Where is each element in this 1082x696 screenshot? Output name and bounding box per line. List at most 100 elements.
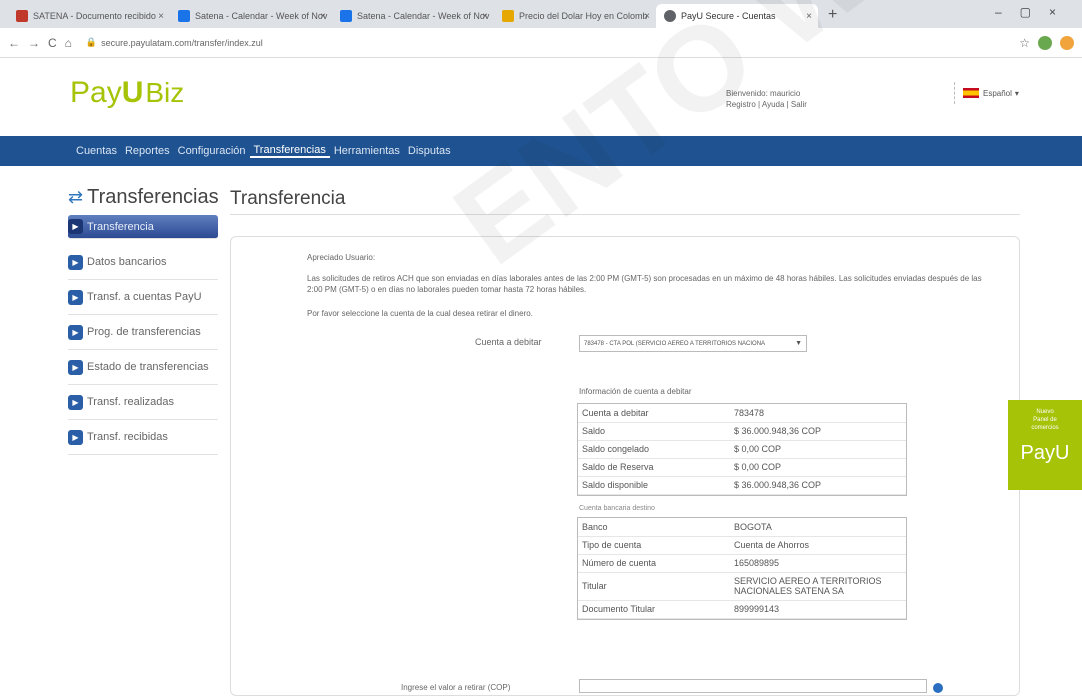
profile-icon[interactable]: [1060, 35, 1074, 50]
table-row: Saldo de Reserva $ 0,00 COP: [578, 458, 906, 477]
close-icon[interactable]: ×: [644, 11, 650, 22]
promo-line-1: Nuevo: [1036, 409, 1054, 415]
arrow-right-icon: ▶: [68, 254, 83, 270]
spain-flag-icon: [963, 88, 979, 98]
nav-arrows-icon[interactable]: ←→C⌂: [8, 36, 80, 50]
table-row: Tipo de cuenta Cuenta de Ahorros: [578, 536, 906, 555]
gmail-icon: [16, 10, 28, 22]
sidebar: ⇄ Transferencias ▶ Transferencia ▶ Datos…: [68, 186, 219, 455]
window-controls[interactable]: –▢×: [995, 5, 1074, 19]
arrow-right-icon: ▶: [68, 324, 83, 340]
debit-account-value: 783478 - CTA POL (SERVICIO AEREO A TERRI…: [584, 340, 766, 347]
dollar-icon: [502, 10, 514, 22]
browser-tab-3[interactable]: Satena - Calendar - Week of Nov ×: [332, 4, 494, 28]
row-value: 899999143: [730, 600, 906, 619]
close-icon[interactable]: ×: [806, 11, 812, 22]
table-row: Banco BOGOTA: [578, 518, 906, 537]
menu-disputas[interactable]: Disputas: [404, 145, 455, 157]
close-icon[interactable]: ×: [482, 11, 488, 22]
address-bar: ←→C⌂ 🔒 secure.payulatam.com/transfer/ind…: [0, 28, 1082, 58]
row-key: Número de cuenta: [578, 554, 730, 573]
row-key: Saldo disponible: [578, 476, 730, 495]
sidebar-item-datos-bancarios[interactable]: ▶ Datos bancarios: [68, 245, 218, 280]
page-title: Transferencia: [230, 188, 346, 209]
instruction-text: Por favor seleccione la cuenta de la cua…: [307, 309, 533, 318]
row-key: Banco: [578, 518, 730, 537]
bank-info-table: Banco BOGOTA Tipo de cuenta Cuenta de Ah…: [577, 517, 907, 620]
browser-tab-2[interactable]: Satena - Calendar - Week of Nov ×: [170, 4, 332, 28]
row-value: $ 0,00 COP: [730, 440, 906, 459]
payu-biz-logo[interactable]: PayUBiz: [70, 76, 184, 110]
table-row: Número de cuenta 165089895: [578, 554, 906, 573]
main-menu: Cuentas Reportes Configuración Transfere…: [0, 136, 1082, 166]
tab-label: Satena - Calendar - Week of Nov: [357, 11, 490, 21]
amount-input[interactable]: [579, 679, 927, 693]
tab-label: PayU Secure - Cuentas: [681, 11, 776, 21]
welcome-block: Bienvenido: mauricio Registro | Ayuda | …: [726, 88, 807, 110]
sidebar-item-transferencia[interactable]: ▶ Transferencia: [68, 215, 218, 239]
debit-account-label: Cuenta a debitar: [475, 337, 542, 347]
transfer-panel: Apreciado Usuario: Las solicitudes de re…: [230, 236, 1020, 696]
arrow-right-icon: ▶: [68, 289, 83, 305]
browser-tab-5[interactable]: PayU Secure - Cuentas ×: [656, 4, 818, 28]
sidebar-item-transf-realizadas[interactable]: ▶ Transf. realizadas: [68, 385, 218, 420]
close-icon[interactable]: ×: [320, 11, 326, 22]
menu-configuracion[interactable]: Configuración: [174, 145, 250, 157]
menu-reportes[interactable]: Reportes: [121, 145, 174, 157]
tab-label: Satena - Calendar - Week of Nov: [195, 11, 328, 21]
sidebar-item-transf-recibidas[interactable]: ▶ Transf. recibidas: [68, 420, 218, 455]
new-tab-button[interactable]: +: [818, 6, 847, 28]
row-value: $ 0,00 COP: [730, 458, 906, 477]
sidebar-item-prog-transferencias[interactable]: ▶ Prog. de transferencias: [68, 315, 218, 350]
sidebar-item-transf-cuentas-payu[interactable]: ▶ Transf. a cuentas PayU: [68, 280, 218, 315]
promo-line-2: Panel de: [1033, 417, 1057, 423]
lock-icon: 🔒: [85, 37, 98, 47]
arrow-right-icon: ▶: [68, 219, 83, 234]
chevron-down-icon: ▾: [1014, 88, 1019, 98]
info-paragraph: Las solicitudes de retiros ACH que son e…: [307, 274, 982, 294]
extension-icon[interactable]: [1038, 35, 1052, 50]
table-row: Titular SERVICIO AEREO A TERRITORIOS NAC…: [578, 572, 906, 601]
tab-label: Precio del Dolar Hoy en Colomb: [519, 11, 648, 21]
account-links[interactable]: Registro | Ayuda | Salir: [726, 99, 807, 110]
row-key: Titular: [578, 572, 730, 601]
arrow-right-icon: ▶: [68, 359, 83, 375]
debit-account-select[interactable]: 783478 - CTA POL (SERVICIO AEREO A TERRI…: [579, 335, 807, 352]
sidebar-item-estado-transferencias[interactable]: ▶ Estado de transferencias: [68, 350, 218, 385]
url-field[interactable]: secure.payulatam.com/transfer/index.zul: [101, 38, 263, 48]
row-value: 783478: [730, 404, 906, 423]
row-key: Documento Titular: [578, 600, 730, 619]
calendar-icon: [340, 10, 352, 22]
row-value: $ 36.000.948,36 COP: [730, 476, 906, 495]
table-row: Saldo disponible $ 36.000.948,36 COP: [578, 476, 906, 495]
account-info-title: Información de cuenta a debitar: [579, 387, 692, 396]
table-row: Cuenta a debitar 783478: [578, 404, 906, 423]
site-header: PayUBiz Bienvenido: mauricio Registro | …: [0, 58, 1082, 136]
payu-panel-promo[interactable]: Nuevo Panel de comercios PayU: [1008, 400, 1082, 490]
promo-line-3: comercios: [1031, 425, 1059, 431]
row-key: Tipo de cuenta: [578, 536, 730, 555]
language-selector[interactable]: Español ▾: [954, 82, 1042, 104]
sidebar-title: ⇄ Transferencias: [68, 186, 219, 208]
tab-label: SATENA - Documento recibido: [33, 11, 156, 21]
menu-cuentas[interactable]: Cuentas: [72, 145, 121, 157]
menu-transferencias[interactable]: Transferencias: [249, 144, 330, 158]
table-row: Saldo $ 36.000.948,36 COP: [578, 422, 906, 441]
row-value: SERVICIO AEREO A TERRITORIOS NACIONALES …: [730, 572, 906, 601]
title-divider: [230, 214, 1020, 215]
amount-label: Ingrese el valor a retirar (COP): [401, 683, 511, 692]
close-icon[interactable]: ×: [158, 11, 164, 22]
globe-icon: [664, 10, 676, 22]
menu-herramientas[interactable]: Herramientas: [330, 145, 404, 157]
browser-tab-bar: SATENA - Documento recibido × Satena - C…: [0, 0, 1082, 28]
arrow-right-icon: ▶: [68, 394, 83, 410]
row-value: Cuenta de Ahorros: [730, 536, 906, 555]
row-key: Cuenta a debitar: [578, 404, 730, 423]
arrow-right-icon: ▶: [68, 429, 83, 445]
promo-brand: PayU: [1020, 442, 1070, 464]
browser-tab-4[interactable]: Precio del Dolar Hoy en Colomb ×: [494, 4, 656, 28]
browser-tab-1[interactable]: SATENA - Documento recibido ×: [8, 4, 170, 28]
star-icon[interactable]: ☆: [1019, 36, 1030, 50]
calendar-icon: [178, 10, 190, 22]
row-value: $ 36.000.948,36 COP: [730, 422, 906, 441]
